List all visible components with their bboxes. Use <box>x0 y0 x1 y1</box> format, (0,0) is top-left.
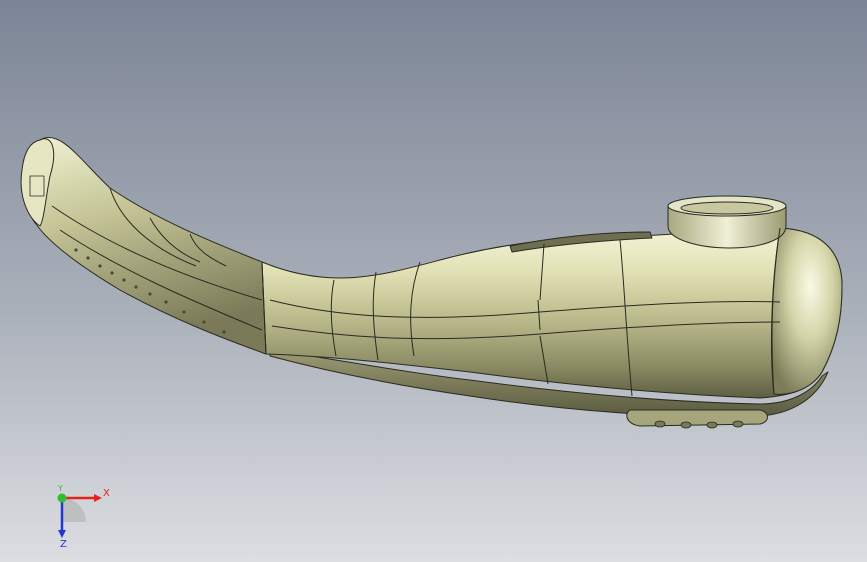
z-axis-arrow-icon <box>58 530 66 538</box>
top-cylinder-opening <box>680 201 774 215</box>
y-axis-dot-icon <box>57 493 67 503</box>
x-axis-label: X <box>103 488 110 499</box>
x-axis-arrow-icon <box>94 494 102 502</box>
triad-shadow <box>62 498 86 522</box>
z-axis-label: Z <box>60 539 67 548</box>
orientation-triad[interactable]: X Y Z <box>40 478 120 548</box>
y-axis-label: Y <box>57 484 63 493</box>
model-scene[interactable] <box>0 0 867 562</box>
model-viewport[interactable]: X Y Z <box>0 0 867 562</box>
bottom-button-pad[interactable] <box>626 409 768 427</box>
